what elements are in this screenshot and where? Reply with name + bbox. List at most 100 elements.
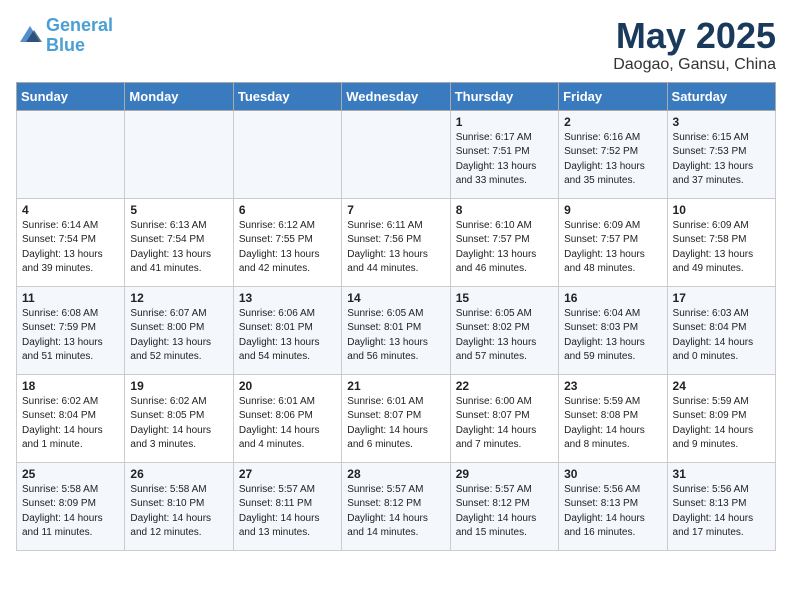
day-number: 1 — [456, 115, 553, 129]
day-info: Sunrise: 6:00 AM Sunset: 8:07 PM Dayligh… — [456, 395, 553, 453]
page-header: General Blue May 2025 Daogao, Gansu, Chi… — [16, 16, 776, 74]
day-info: Sunrise: 6:03 AM Sunset: 8:04 PM Dayligh… — [673, 307, 770, 365]
calendar-cell: 31 Sunrise: 5:56 AM Sunset: 8:13 PM Dayli… — [667, 462, 775, 550]
calendar-cell — [125, 110, 233, 198]
calendar-cell: 24Sunrise: 5:59 AM Sunset: 8:09 PM Dayli… — [667, 374, 775, 462]
calendar-cell: 14 Sunrise: 6:05 AM Sunset: 8:01 PM Dayli… — [342, 286, 450, 374]
calendar-week-3: 11Sunrise: 6:08 AM Sunset: 7:59 PM Dayli… — [17, 286, 776, 374]
calendar-cell: 8 Sunrise: 6:10 AM Sunset: 7:57 PM Daylig… — [450, 198, 558, 286]
calendar-cell: 10 Sunrise: 6:09 AM Sunset: 7:58 PM Dayli… — [667, 198, 775, 286]
day-number: 9 — [564, 203, 661, 217]
calendar-cell: 19 Sunrise: 6:02 AM Sunset: 8:05 PM Dayli… — [125, 374, 233, 462]
day-number: 19 — [130, 379, 227, 393]
calendar-cell: 25 Sunrise: 5:58 AM Sunset: 8:09 PM Dayli… — [17, 462, 125, 550]
day-number: 29 — [456, 467, 553, 481]
page-subtitle: Daogao, Gansu, China — [613, 56, 776, 74]
day-number: 31 — [673, 467, 770, 481]
day-info: Sunrise: 6:02 AM Sunset: 8:04 PM Dayligh… — [22, 395, 119, 453]
calendar-cell: 27 Sunrise: 5:57 AM Sunset: 8:11 PM Dayli… — [233, 462, 341, 550]
day-number: 8 — [456, 203, 553, 217]
logo-line1: General — [46, 15, 113, 35]
calendar-cell: 28Sunrise: 5:57 AM Sunset: 8:12 PM Dayli… — [342, 462, 450, 550]
calendar-cell — [17, 110, 125, 198]
day-info: Sunrise: 5:59 AM Sunset: 8:09 PM Dayligh… — [673, 395, 770, 453]
day-info: Sunrise: 5:58 AM Sunset: 8:09 PM Dayligh… — [22, 483, 119, 541]
day-number: 6 — [239, 203, 336, 217]
calendar-week-1: 1 Sunrise: 6:17 AM Sunset: 7:51 PM Daylig… — [17, 110, 776, 198]
day-number: 28 — [347, 467, 444, 481]
day-info: Sunrise: 6:15 AM Sunset: 7:53 PM Dayligh… — [673, 131, 770, 189]
day-info: Sunrise: 6:04 AM Sunset: 8:03 PM Dayligh… — [564, 307, 661, 365]
calendar-cell: 21Sunrise: 6:01 AM Sunset: 8:07 PM Dayli… — [342, 374, 450, 462]
day-info: Sunrise: 6:09 AM Sunset: 7:58 PM Dayligh… — [673, 219, 770, 277]
header-saturday: Saturday — [667, 82, 775, 110]
calendar-cell: 18Sunrise: 6:02 AM Sunset: 8:04 PM Dayli… — [17, 374, 125, 462]
calendar-table: SundayMondayTuesdayWednesdayThursdayFrid… — [16, 82, 776, 551]
day-number: 14 — [347, 291, 444, 305]
day-number: 25 — [22, 467, 119, 481]
day-info: Sunrise: 6:06 AM Sunset: 8:01 PM Dayligh… — [239, 307, 336, 365]
calendar-cell: 11Sunrise: 6:08 AM Sunset: 7:59 PM Dayli… — [17, 286, 125, 374]
logo-text: General Blue — [46, 16, 113, 56]
calendar-cell: 3 Sunrise: 6:15 AM Sunset: 7:53 PM Daylig… — [667, 110, 775, 198]
day-info: Sunrise: 5:59 AM Sunset: 8:08 PM Dayligh… — [564, 395, 661, 453]
day-number: 3 — [673, 115, 770, 129]
title-block: May 2025 Daogao, Gansu, China — [613, 16, 776, 74]
calendar-cell: 23 Sunrise: 5:59 AM Sunset: 8:08 PM Dayli… — [559, 374, 667, 462]
calendar-cell: 26Sunrise: 5:58 AM Sunset: 8:10 PM Dayli… — [125, 462, 233, 550]
day-number: 26 — [130, 467, 227, 481]
day-number: 22 — [456, 379, 553, 393]
page-title: May 2025 — [613, 16, 776, 56]
day-info: Sunrise: 6:13 AM Sunset: 7:54 PM Dayligh… — [130, 219, 227, 277]
calendar-cell: 2 Sunrise: 6:16 AM Sunset: 7:52 PM Daylig… — [559, 110, 667, 198]
day-number: 13 — [239, 291, 336, 305]
day-info: Sunrise: 6:16 AM Sunset: 7:52 PM Dayligh… — [564, 131, 661, 189]
day-number: 5 — [130, 203, 227, 217]
calendar-cell: 15Sunrise: 6:05 AM Sunset: 8:02 PM Dayli… — [450, 286, 558, 374]
header-monday: Monday — [125, 82, 233, 110]
calendar-cell — [342, 110, 450, 198]
day-number: 21 — [347, 379, 444, 393]
calendar-cell: 9 Sunrise: 6:09 AM Sunset: 7:57 PM Daylig… — [559, 198, 667, 286]
calendar-cell: 7Sunrise: 6:11 AM Sunset: 7:56 PM Daylig… — [342, 198, 450, 286]
day-info: Sunrise: 6:17 AM Sunset: 7:51 PM Dayligh… — [456, 131, 553, 189]
calendar-cell: 4 Sunrise: 6:14 AM Sunset: 7:54 PM Daylig… — [17, 198, 125, 286]
calendar-week-2: 4 Sunrise: 6:14 AM Sunset: 7:54 PM Daylig… — [17, 198, 776, 286]
calendar-cell: 22 Sunrise: 6:00 AM Sunset: 8:07 PM Dayli… — [450, 374, 558, 462]
calendar-cell: 20Sunrise: 6:01 AM Sunset: 8:06 PM Dayli… — [233, 374, 341, 462]
day-info: Sunrise: 5:57 AM Sunset: 8:12 PM Dayligh… — [456, 483, 553, 541]
header-sunday: Sunday — [17, 82, 125, 110]
calendar-header-row: SundayMondayTuesdayWednesdayThursdayFrid… — [17, 82, 776, 110]
day-number: 30 — [564, 467, 661, 481]
calendar-week-4: 18Sunrise: 6:02 AM Sunset: 8:04 PM Dayli… — [17, 374, 776, 462]
day-number: 4 — [22, 203, 119, 217]
day-number: 7 — [347, 203, 444, 217]
day-info: Sunrise: 6:05 AM Sunset: 8:01 PM Dayligh… — [347, 307, 444, 365]
day-info: Sunrise: 6:08 AM Sunset: 7:59 PM Dayligh… — [22, 307, 119, 365]
header-tuesday: Tuesday — [233, 82, 341, 110]
calendar-cell: 16Sunrise: 6:04 AM Sunset: 8:03 PM Dayli… — [559, 286, 667, 374]
day-info: Sunrise: 6:09 AM Sunset: 7:57 PM Dayligh… — [564, 219, 661, 277]
day-info: Sunrise: 6:12 AM Sunset: 7:55 PM Dayligh… — [239, 219, 336, 277]
day-info: Sunrise: 5:56 AM Sunset: 8:13 PM Dayligh… — [673, 483, 770, 541]
day-number: 17 — [673, 291, 770, 305]
logo: General Blue — [16, 16, 113, 56]
day-info: Sunrise: 6:07 AM Sunset: 8:00 PM Dayligh… — [130, 307, 227, 365]
calendar-cell: 29 Sunrise: 5:57 AM Sunset: 8:12 PM Dayli… — [450, 462, 558, 550]
day-info: Sunrise: 5:56 AM Sunset: 8:13 PM Dayligh… — [564, 483, 661, 541]
day-info: Sunrise: 5:57 AM Sunset: 8:11 PM Dayligh… — [239, 483, 336, 541]
day-info: Sunrise: 6:14 AM Sunset: 7:54 PM Dayligh… — [22, 219, 119, 277]
calendar-cell: 1 Sunrise: 6:17 AM Sunset: 7:51 PM Daylig… — [450, 110, 558, 198]
calendar-cell: 13 Sunrise: 6:06 AM Sunset: 8:01 PM Dayli… — [233, 286, 341, 374]
day-number: 23 — [564, 379, 661, 393]
calendar-cell: 5 Sunrise: 6:13 AM Sunset: 7:54 PM Daylig… — [125, 198, 233, 286]
header-thursday: Thursday — [450, 82, 558, 110]
day-info: Sunrise: 6:02 AM Sunset: 8:05 PM Dayligh… — [130, 395, 227, 453]
day-info: Sunrise: 6:10 AM Sunset: 7:57 PM Dayligh… — [456, 219, 553, 277]
logo-line2: Blue — [46, 35, 85, 55]
day-number: 10 — [673, 203, 770, 217]
day-number: 2 — [564, 115, 661, 129]
logo-icon — [16, 20, 44, 48]
calendar-cell: 17 Sunrise: 6:03 AM Sunset: 8:04 PM Dayli… — [667, 286, 775, 374]
day-number: 27 — [239, 467, 336, 481]
